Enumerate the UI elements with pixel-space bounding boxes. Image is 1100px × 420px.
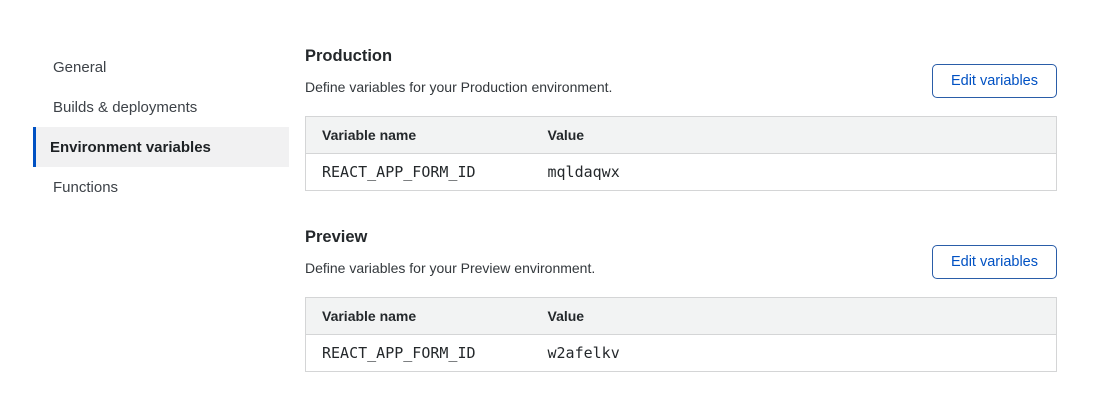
preview-variables-table: Variable name Value REACT_APP_FORM_ID w2…: [305, 297, 1057, 372]
production-edit-variables-button[interactable]: Edit variables: [932, 64, 1057, 98]
table-row: REACT_APP_FORM_ID w2afelkv: [306, 335, 1057, 372]
sidebar-item-builds-deployments[interactable]: Builds & deployments: [33, 87, 289, 127]
settings-sidebar: General Builds & deployments Environment…: [33, 47, 289, 207]
table-row: REACT_APP_FORM_ID mqldaqwx: [306, 154, 1057, 191]
variable-name-column-header: Variable name: [306, 298, 532, 335]
value-column-header: Value: [532, 117, 1057, 154]
table-header-row: Variable name Value: [306, 117, 1057, 154]
preview-section: Preview Define variables for your Previe…: [305, 225, 1057, 372]
sidebar-item-general[interactable]: General: [33, 47, 289, 87]
variable-name-cell: REACT_APP_FORM_ID: [306, 335, 532, 372]
production-section: Production Define variables for your Pro…: [305, 44, 1057, 191]
value-cell: w2afelkv: [532, 335, 1057, 372]
production-variables-table: Variable name Value REACT_APP_FORM_ID mq…: [305, 116, 1057, 191]
table-header-row: Variable name Value: [306, 298, 1057, 335]
sidebar-item-functions[interactable]: Functions: [33, 167, 289, 207]
value-cell: mqldaqwx: [532, 154, 1057, 191]
environment-variables-panel: Production Define variables for your Pro…: [305, 44, 1057, 372]
preview-edit-variables-button[interactable]: Edit variables: [932, 245, 1057, 279]
variable-name-cell: REACT_APP_FORM_ID: [306, 154, 532, 191]
value-column-header: Value: [532, 298, 1057, 335]
variable-name-column-header: Variable name: [306, 117, 532, 154]
sidebar-item-environment-variables[interactable]: Environment variables: [33, 127, 289, 167]
